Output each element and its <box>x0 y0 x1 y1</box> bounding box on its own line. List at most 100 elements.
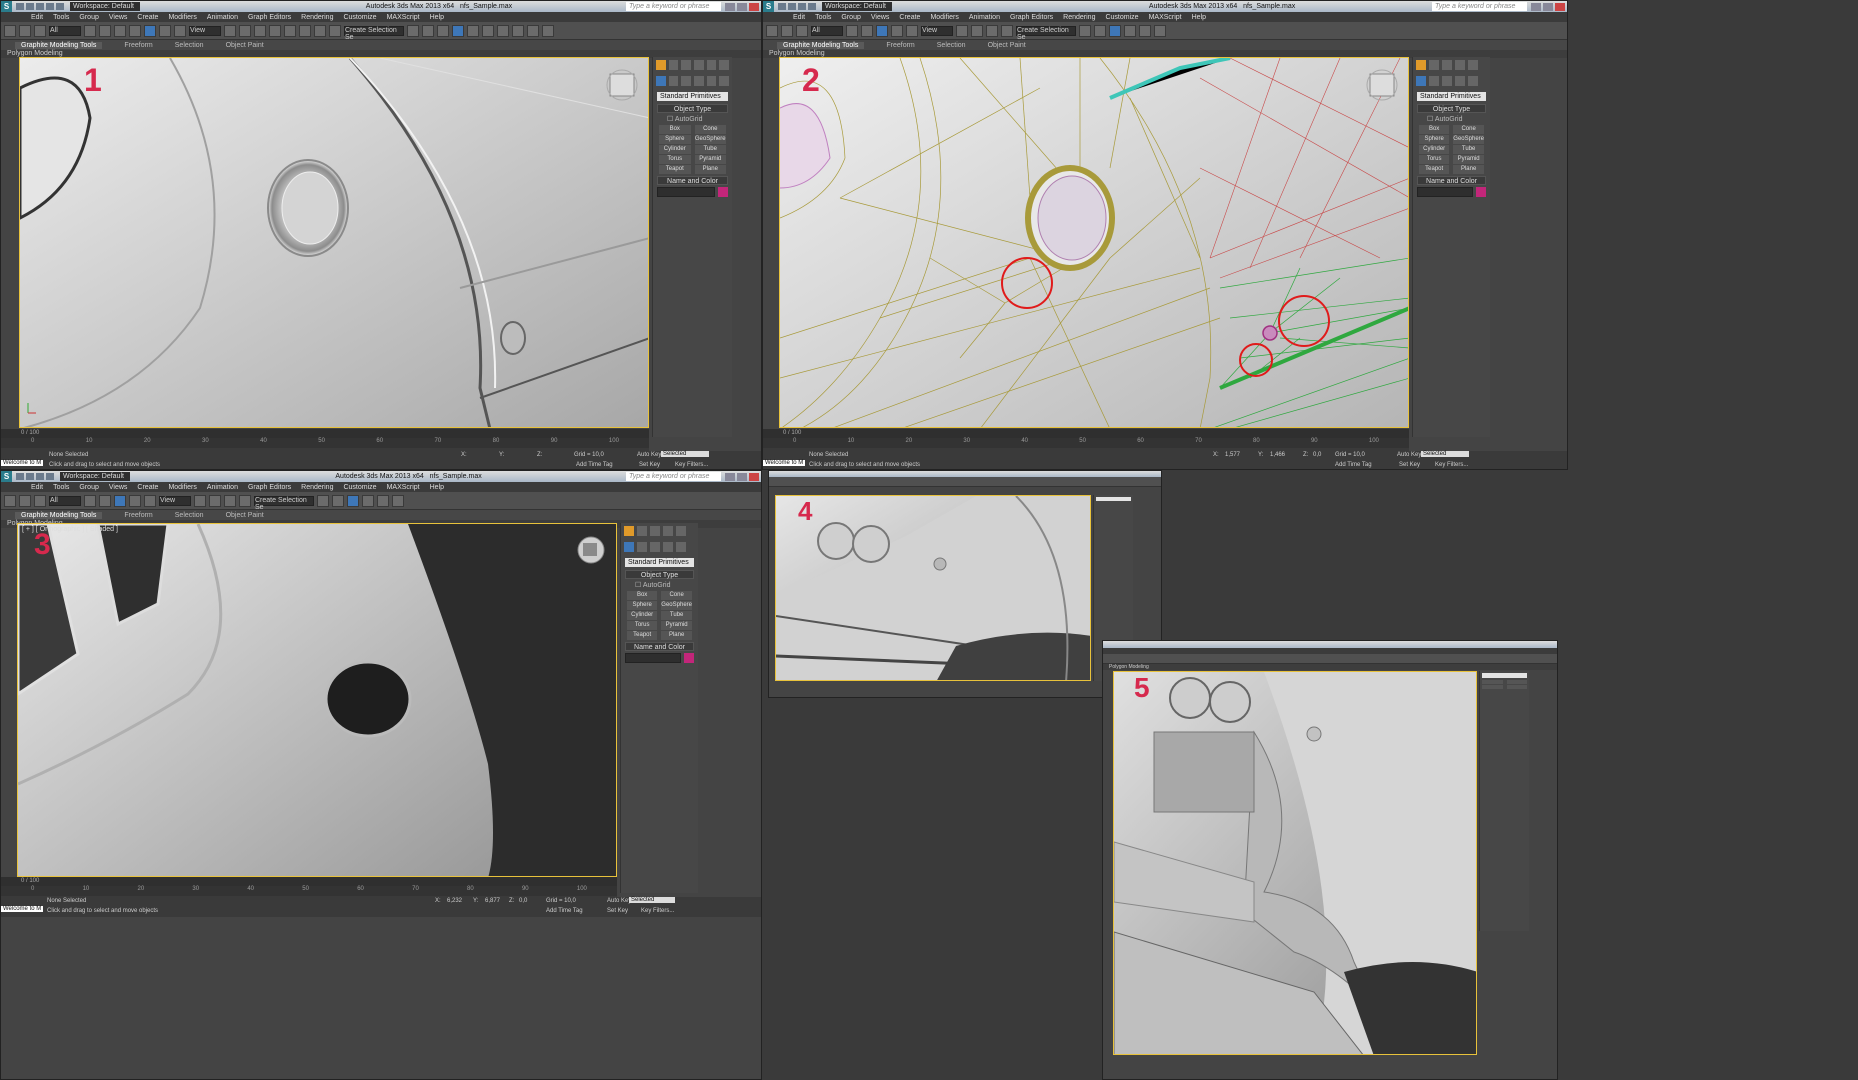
rotate-icon[interactable] <box>129 494 141 507</box>
box-button[interactable] <box>1482 680 1503 684</box>
y-coordinate[interactable]: 1,466 <box>1270 452 1285 458</box>
render-icon[interactable] <box>1154 24 1166 37</box>
viewport-2[interactable]: 2 <box>779 57 1409 428</box>
menu-modifiers[interactable]: Modifiers <box>168 14 196 21</box>
3dsmax-logo-icon[interactable]: S <box>763 1 774 12</box>
menu-customize[interactable]: Customize <box>1105 14 1138 21</box>
menu-tools[interactable]: Tools <box>815 14 831 21</box>
box-button[interactable]: Box <box>659 125 691 134</box>
x-coordinate[interactable]: 6,232 <box>447 898 462 904</box>
tab-object-paint[interactable]: Object Paint <box>988 42 1026 49</box>
tab-graphite-modeling-tools[interactable]: Graphite Modeling Tools <box>15 41 103 49</box>
motion-tab-icon[interactable] <box>663 526 673 536</box>
menu-group[interactable]: Group <box>79 14 98 21</box>
link-icon[interactable] <box>766 24 778 37</box>
menu-views[interactable]: Views <box>109 14 128 21</box>
minimize-button[interactable] <box>1531 2 1541 11</box>
unlink-icon[interactable] <box>19 24 31 37</box>
angle-snap-icon[interactable] <box>224 494 236 507</box>
track-bar[interactable]: 0 10 20 30 40 50 60 70 80 90 100 <box>1 438 649 448</box>
pyramid-button[interactable]: Pyramid <box>694 155 726 164</box>
menu-group[interactable]: Group <box>841 14 860 21</box>
menu-help[interactable]: Help <box>430 14 444 21</box>
curve-editor-icon[interactable] <box>1124 24 1136 37</box>
select-by-name-icon[interactable] <box>99 24 111 37</box>
geosphere-button[interactable] <box>1506 685 1527 689</box>
selection-filter-dropdown[interactable]: All <box>49 495 81 506</box>
menu-animation[interactable]: Animation <box>207 14 238 21</box>
geometry-icon[interactable] <box>624 542 634 552</box>
shapes-icon[interactable] <box>1429 76 1439 86</box>
select-icon[interactable] <box>84 494 96 507</box>
pivot-icon[interactable] <box>194 494 206 507</box>
save-icon[interactable] <box>36 473 44 480</box>
maxscript-listener[interactable]: Welcome to M <box>763 460 806 466</box>
pivot-icon[interactable] <box>224 24 236 37</box>
primitives-dropdown[interactable]: Standard Primitives <box>657 92 728 101</box>
cameras-icon[interactable] <box>694 76 704 86</box>
time-slider[interactable]: 0 / 100 <box>763 429 1409 438</box>
torus-button[interactable]: Torus <box>1419 155 1450 164</box>
open-icon[interactable] <box>26 473 34 480</box>
3dsmax-logo-icon[interactable]: S <box>1 1 12 12</box>
named-selection-dropdown[interactable]: Create Selection Se <box>254 495 314 511</box>
box-button[interactable]: Box <box>627 591 658 600</box>
create-tab-icon[interactable] <box>1416 60 1426 70</box>
object-color-swatch[interactable] <box>684 653 694 663</box>
unlink-icon[interactable] <box>19 494 31 507</box>
geosphere-button[interactable]: GeoSphere <box>1453 135 1484 144</box>
cylinder-button[interactable]: Cylinder <box>659 145 691 154</box>
viewcube-icon[interactable] <box>1366 69 1398 101</box>
menu-edit[interactable]: Edit <box>793 14 805 21</box>
menu-edit[interactable]: Edit <box>31 484 43 491</box>
teapot-button[interactable]: Teapot <box>659 165 691 174</box>
object-name-field[interactable] <box>625 653 681 663</box>
modify-tab-icon[interactable] <box>637 526 647 536</box>
graphite-toggle-icon[interactable] <box>347 494 359 507</box>
select-icon[interactable] <box>846 24 858 37</box>
search-input[interactable]: Type a keyword or phrase <box>1432 2 1527 11</box>
create-tab-icon[interactable] <box>624 526 634 536</box>
geosphere-button[interactable]: GeoSphere <box>661 601 692 610</box>
menu-maxscript[interactable]: MAXScript <box>1149 14 1182 21</box>
hierarchy-tab-icon[interactable] <box>681 60 692 70</box>
mirror-icon[interactable] <box>407 24 419 37</box>
autogrid-checkbox[interactable]: ☐ AutoGrid <box>1427 115 1476 123</box>
menu-create[interactable]: Create <box>137 14 158 21</box>
cone-button[interactable]: Cone <box>661 591 692 600</box>
menu-views[interactable]: Views <box>109 484 128 491</box>
cameras-icon[interactable] <box>1455 76 1465 86</box>
close-button[interactable] <box>749 472 759 481</box>
menu-create[interactable]: Create <box>137 484 158 491</box>
new-icon[interactable] <box>16 473 24 480</box>
add-time-tag[interactable]: Add Time Tag <box>576 462 613 468</box>
menu-maxscript[interactable]: MAXScript <box>387 14 420 21</box>
spinner-snap-icon[interactable] <box>314 24 326 37</box>
menu-views[interactable]: Views <box>871 14 890 21</box>
sphere-button[interactable]: Sphere <box>1419 135 1450 144</box>
named-selection-dropdown[interactable]: Create Selection Se <box>344 25 404 41</box>
cone-button[interactable]: Cone <box>1453 125 1484 134</box>
maximize-button[interactable] <box>1543 2 1553 11</box>
track-bar[interactable]: 0 10 20 30 40 50 60 70 80 90 100 <box>1 886 617 896</box>
key-mode-dropdown[interactable]: Selected <box>629 897 675 903</box>
menu-tools[interactable]: Tools <box>53 484 69 491</box>
primitives-dropdown[interactable]: Standard Primitives <box>1417 92 1486 101</box>
x-coordinate[interactable]: 1,577 <box>1225 452 1240 458</box>
link-icon[interactable] <box>4 494 16 507</box>
scale-icon[interactable] <box>144 494 156 507</box>
plane-button[interactable]: Plane <box>694 165 726 174</box>
menu-modifiers[interactable]: Modifiers <box>168 484 196 491</box>
material-editor-icon[interactable] <box>1139 24 1151 37</box>
key-filters-button[interactable]: Key Filters... <box>675 462 708 468</box>
autogrid-checkbox[interactable]: ☐ AutoGrid <box>667 115 718 123</box>
undo-icon[interactable] <box>46 3 54 10</box>
pyramid-button[interactable]: Pyramid <box>661 621 692 630</box>
snap-icon[interactable] <box>209 494 221 507</box>
motion-tab-icon[interactable] <box>694 60 704 70</box>
menu-maxscript[interactable]: MAXScript <box>387 484 420 491</box>
manipulate-icon[interactable] <box>239 24 251 37</box>
rect-select-icon[interactable] <box>99 494 111 507</box>
motion-tab-icon[interactable] <box>1455 60 1465 70</box>
window-crossing-icon[interactable] <box>129 24 141 37</box>
